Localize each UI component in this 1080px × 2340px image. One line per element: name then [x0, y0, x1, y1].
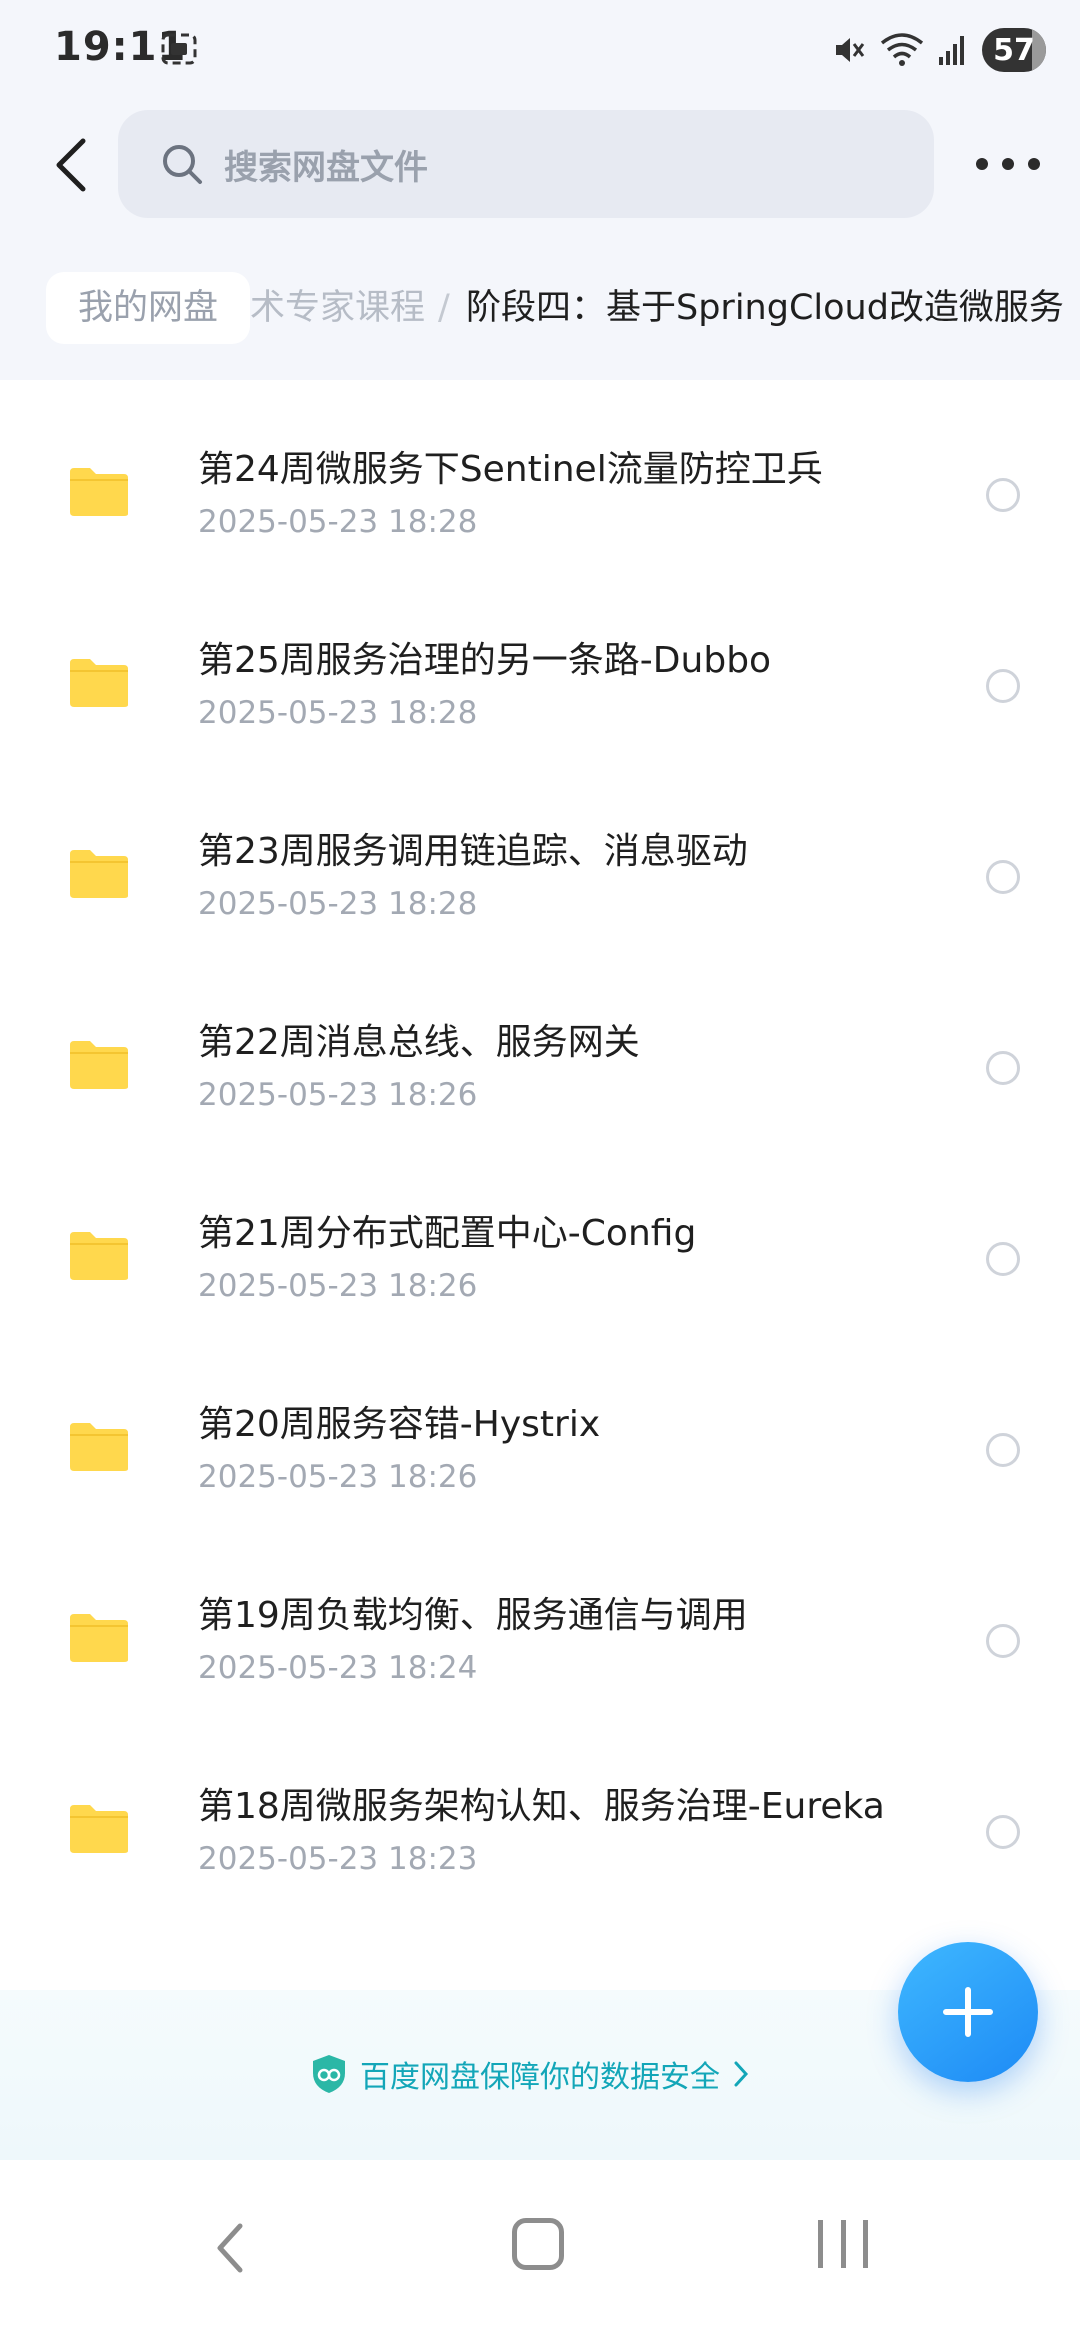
breadcrumb-separator: /	[438, 288, 450, 328]
file-name: 第20周服务容错-Hystrix	[198, 1404, 601, 1445]
screenshot-icon	[161, 33, 197, 65]
file-name: 第23周服务调用链追踪、消息驱动	[198, 831, 748, 872]
folder-icon	[70, 1614, 128, 1662]
list-item[interactable]: 第19周负载均衡、服务通信与调用 2025-05-23 18:24	[0, 1526, 1080, 1717]
wifi-icon	[880, 33, 924, 66]
folder-icon	[70, 1232, 128, 1280]
file-name: 第19周负载均衡、服务通信与调用	[198, 1595, 748, 1636]
nav-recent-apps-icon[interactable]	[818, 2220, 868, 2268]
list-item[interactable]: 第18周微服务架构认知、服务治理-Eureka 2025-05-23 18:23	[0, 1717, 1080, 1908]
list-item[interactable]: 第25周服务治理的另一条路-Dubbo 2025-05-23 18:28	[0, 571, 1080, 762]
file-list: 第24周微服务下Sentinel流量防控卫兵 2025-05-23 18:28 …	[0, 380, 1080, 1940]
file-date: 2025-05-23 18:26	[198, 1459, 478, 1495]
folder-icon	[70, 1041, 128, 1089]
bar-icon	[818, 2220, 823, 2268]
breadcrumb-item-root[interactable]: 我的网盘	[46, 272, 251, 344]
status-icons: 57	[832, 24, 1046, 76]
screen: 19:11 57 搜索网盘文件 术专家课程 我的网盘 / 阶段四：基于Sprin…	[0, 0, 1080, 2340]
folder-icon	[70, 1423, 128, 1471]
battery-level: 57	[993, 32, 1035, 68]
nav-back-icon[interactable]	[210, 2220, 250, 2276]
select-radio[interactable]	[986, 860, 1020, 894]
file-name: 第21周分布式配置中心-Config	[198, 1213, 697, 1254]
bar-icon	[840, 2220, 846, 2268]
folder-icon	[70, 468, 128, 516]
file-date: 2025-05-23 18:28	[198, 886, 478, 922]
battery-indicator: 57	[982, 28, 1046, 72]
list-item[interactable]: 第21周分布式配置中心-Config 2025-05-23 18:26	[0, 1144, 1080, 1335]
select-radio[interactable]	[986, 1242, 1020, 1276]
chevron-left-icon	[56, 138, 86, 192]
select-radio[interactable]	[986, 1433, 1020, 1467]
shield-icon	[313, 2055, 345, 2093]
folder-icon	[70, 1805, 128, 1853]
file-date: 2025-05-23 18:26	[198, 1077, 478, 1113]
breadcrumb: 术专家课程 我的网盘 / 阶段四：基于SpringCloud改造微服务	[0, 268, 1080, 348]
back-button[interactable]	[38, 132, 104, 198]
dot-icon	[1002, 158, 1014, 170]
select-radio[interactable]	[986, 478, 1020, 512]
file-name: 第22周消息总线、服务网关	[198, 1022, 640, 1063]
signal-icon	[939, 36, 964, 65]
file-name: 第25周服务治理的另一条路-Dubbo	[198, 640, 772, 681]
add-button[interactable]	[898, 1942, 1038, 2082]
file-date: 2025-05-23 18:28	[198, 504, 478, 540]
list-item[interactable]: 第24周微服务下Sentinel流量防控卫兵 2025-05-23 18:28	[0, 380, 1080, 571]
bar-icon	[863, 2220, 868, 2268]
list-item[interactable]: 第20周服务容错-Hystrix 2025-05-23 18:26	[0, 1335, 1080, 1526]
file-date: 2025-05-23 18:24	[198, 1650, 478, 1686]
file-name: 第18周微服务架构认知、服务治理-Eureka	[198, 1786, 885, 1827]
dot-icon	[1028, 158, 1040, 170]
list-item[interactable]: 第23周服务调用链追踪、消息驱动 2025-05-23 18:28	[0, 762, 1080, 953]
breadcrumb-item-middle[interactable]: 术专家课程	[250, 272, 425, 344]
more-options-button[interactable]	[976, 144, 1040, 184]
system-nav-bar	[0, 2160, 1080, 2340]
select-radio[interactable]	[986, 669, 1020, 703]
plus-icon	[943, 1987, 993, 2037]
select-radio[interactable]	[986, 1815, 1020, 1849]
chevron-right-icon	[734, 2061, 749, 2087]
file-name: 第24周微服务下Sentinel流量防控卫兵	[198, 449, 823, 490]
folder-icon	[70, 850, 128, 898]
folder-icon	[70, 659, 128, 707]
list-item[interactable]: 第22周消息总线、服务网关 2025-05-23 18:26	[0, 953, 1080, 1144]
status-bar: 19:11 57	[0, 0, 1080, 100]
select-radio[interactable]	[986, 1624, 1020, 1658]
search-placeholder: 搜索网盘文件	[224, 147, 428, 188]
search-input[interactable]: 搜索网盘文件	[118, 110, 934, 218]
header: 搜索网盘文件	[0, 110, 1080, 220]
search-icon	[163, 145, 202, 184]
dot-icon	[976, 158, 988, 170]
breadcrumb-item-current: 阶段四：基于SpringCloud改造微服务	[466, 288, 1064, 328]
security-text: 百度网盘保障你的数据安全	[360, 2060, 720, 2095]
file-date: 2025-05-23 18:23	[198, 1841, 478, 1877]
nav-home-icon[interactable]	[512, 2218, 564, 2270]
mute-icon	[836, 38, 865, 62]
select-radio[interactable]	[986, 1051, 1020, 1085]
file-date: 2025-05-23 18:28	[198, 695, 478, 731]
file-date: 2025-05-23 18:26	[198, 1268, 478, 1304]
security-link[interactable]: 百度网盘保障你的数据安全	[310, 2052, 750, 2096]
